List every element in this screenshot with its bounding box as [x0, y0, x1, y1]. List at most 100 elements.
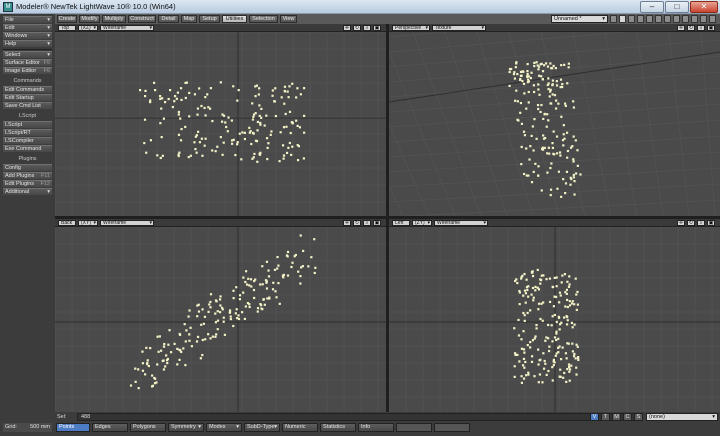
vertex-point: [553, 295, 556, 298]
viewport-back[interactable]: Back (XY) ▾ Wireframe ▾ ✛ ↻ ⌕ ▣: [55, 219, 386, 412]
vertex-point: [255, 84, 259, 87]
edges-mode-button[interactable]: Edges: [92, 423, 128, 432]
layer-button[interactable]: [619, 15, 626, 23]
additional-menu[interactable]: Additional ▾: [3, 188, 52, 195]
layer-button[interactable]: [646, 15, 653, 23]
symmetry-button[interactable]: Symmetry ▾: [168, 423, 204, 432]
edit-menu[interactable]: Edit ▾: [3, 24, 52, 31]
image-editor-button[interactable]: Image Editor F6: [3, 67, 52, 74]
edit-commands-button[interactable]: Edit Commands: [3, 86, 52, 93]
move-view-icon[interactable]: ✛: [343, 220, 351, 226]
view-type-dropdown[interactable]: Back: [58, 220, 76, 226]
points-mode-button[interactable]: Points: [56, 423, 90, 432]
lscompiler-button[interactable]: LSCompiler: [3, 137, 52, 144]
view-button-t[interactable]: T: [601, 413, 610, 421]
zoom-view-icon[interactable]: ⌕: [697, 25, 705, 31]
add-plugins-button[interactable]: Add Plugins F11: [3, 172, 52, 179]
vertex-point: [129, 384, 133, 387]
statistics-button[interactable]: Statistics: [320, 423, 356, 432]
vertex-point: [531, 286, 535, 290]
viewport-perspective[interactable]: Perspective ▾ Texture ▾ ✛ ↻ ⌕ ▣: [389, 24, 720, 216]
maximize-view-icon[interactable]: ▣: [707, 25, 715, 31]
layer-button[interactable]: [700, 15, 707, 23]
layer-button[interactable]: [691, 15, 698, 23]
vertex-map-dropdown[interactable]: (none) ▾: [646, 413, 718, 421]
tab-create[interactable]: Create: [57, 15, 77, 23]
zoom-view-icon[interactable]: ⌕: [697, 220, 705, 226]
move-view-icon[interactable]: ✛: [343, 25, 351, 31]
save-cmd-list-button[interactable]: Save Cmd List: [3, 102, 52, 109]
info-button[interactable]: Info: [358, 423, 394, 432]
move-view-icon[interactable]: ✛: [677, 220, 685, 226]
view-button-m[interactable]: M: [612, 413, 621, 421]
rotate-view-icon[interactable]: ↻: [687, 25, 695, 31]
file-menu[interactable]: File ▾: [3, 16, 52, 23]
tab-view[interactable]: View: [280, 15, 297, 23]
config-button[interactable]: Config: [3, 164, 52, 171]
layer-button[interactable]: [637, 15, 644, 23]
edit-startup-button[interactable]: Edit Startup: [3, 94, 52, 101]
move-view-icon[interactable]: ✛: [677, 25, 685, 31]
vertex-point: [525, 278, 528, 281]
view-button-v[interactable]: V: [590, 413, 599, 421]
viewport-left[interactable]: Left (ZY) ▾ Wireframe ▾ ✛ ↻ ⌕ ▣: [389, 219, 720, 412]
surface-editor-button[interactable]: Surface Editor F5: [3, 59, 52, 66]
vertex-point: [169, 351, 173, 354]
tab-modify[interactable]: Modify: [79, 15, 100, 23]
render-mode-dropdown[interactable]: Wireframe ▾: [434, 220, 488, 226]
tab-utilities[interactable]: Utilities: [222, 15, 247, 23]
zoom-view-icon[interactable]: ⌕: [363, 25, 371, 31]
maximize-view-icon[interactable]: ▣: [707, 220, 715, 226]
render-mode-dropdown[interactable]: Texture ▾: [432, 25, 486, 31]
maximize-button[interactable]: □: [665, 1, 689, 13]
modes-button[interactable]: Modes ▾: [206, 423, 242, 432]
numeric-button[interactable]: Numeric: [282, 423, 318, 432]
layer-button[interactable]: [682, 15, 689, 23]
layer-button[interactable]: [655, 15, 662, 23]
tab-construct[interactable]: Construct: [128, 15, 156, 23]
axis-dropdown[interactable]: (XY) ▾: [78, 220, 98, 226]
vertex-point: [230, 142, 234, 145]
tab-selection[interactable]: Selection: [249, 15, 278, 23]
close-button[interactable]: ✕: [690, 1, 718, 13]
rotate-view-icon[interactable]: ↻: [687, 220, 695, 226]
select-menu[interactable]: Select ▾: [3, 51, 52, 58]
rotate-view-icon[interactable]: ↻: [353, 220, 361, 226]
layer-button[interactable]: [664, 15, 671, 23]
view-type-dropdown[interactable]: Top: [58, 25, 76, 31]
lscript-button[interactable]: LScript: [3, 121, 52, 128]
viewport-header: Back (XY) ▾ Wireframe ▾ ✛ ↻ ⌕ ▣: [55, 219, 386, 227]
tab-multiply[interactable]: Multiply: [102, 15, 126, 23]
axis-dropdown[interactable]: (XZ) ▾: [78, 25, 98, 31]
edit-plugins-button[interactable]: Edit Plugins F12: [3, 180, 52, 187]
layer-button[interactable]: [610, 15, 617, 23]
lscript-rt-button[interactable]: LScript/RT: [3, 129, 52, 136]
vertex-point: [523, 272, 526, 276]
maximize-view-icon[interactable]: ▣: [373, 220, 381, 226]
layer-button[interactable]: [628, 15, 635, 23]
rotate-view-icon[interactable]: ↻: [353, 25, 361, 31]
zoom-view-icon[interactable]: ⌕: [363, 220, 371, 226]
vertex-point: [547, 349, 551, 353]
minimize-button[interactable]: –: [640, 1, 664, 13]
windows-menu[interactable]: Windows ▾: [3, 32, 52, 39]
subd-type-button[interactable]: SubD-Type ▾: [244, 423, 280, 432]
maximize-view-icon[interactable]: ▣: [373, 25, 381, 31]
render-mode-dropdown[interactable]: Wireframe ▾: [100, 25, 154, 31]
polygons-mode-button[interactable]: Polygons: [130, 423, 166, 432]
axis-dropdown[interactable]: (ZY) ▾: [412, 220, 432, 226]
viewport-top[interactable]: Top (XZ) ▾ Wireframe ▾ ✛ ↻ ⌕ ▣: [55, 24, 386, 216]
tab-detail[interactable]: Detail: [158, 15, 179, 23]
view-type-dropdown[interactable]: Perspective ▾: [392, 25, 430, 31]
help-menu[interactable]: Help ▾: [3, 40, 52, 47]
render-mode-dropdown[interactable]: Wireframe ▾: [100, 220, 154, 226]
layer-dropdown[interactable]: Unnamed * ▾: [551, 15, 608, 23]
layer-button[interactable]: [673, 15, 680, 23]
tab-setup[interactable]: Setup: [199, 15, 220, 23]
view-button-c[interactable]: C: [623, 413, 632, 421]
view-type-dropdown[interactable]: Left: [392, 220, 410, 226]
layer-button[interactable]: [709, 15, 716, 23]
tab-map[interactable]: Map: [181, 15, 197, 23]
view-button-s[interactable]: S: [634, 413, 643, 421]
exe-command-button[interactable]: Exe Command: [3, 145, 52, 152]
